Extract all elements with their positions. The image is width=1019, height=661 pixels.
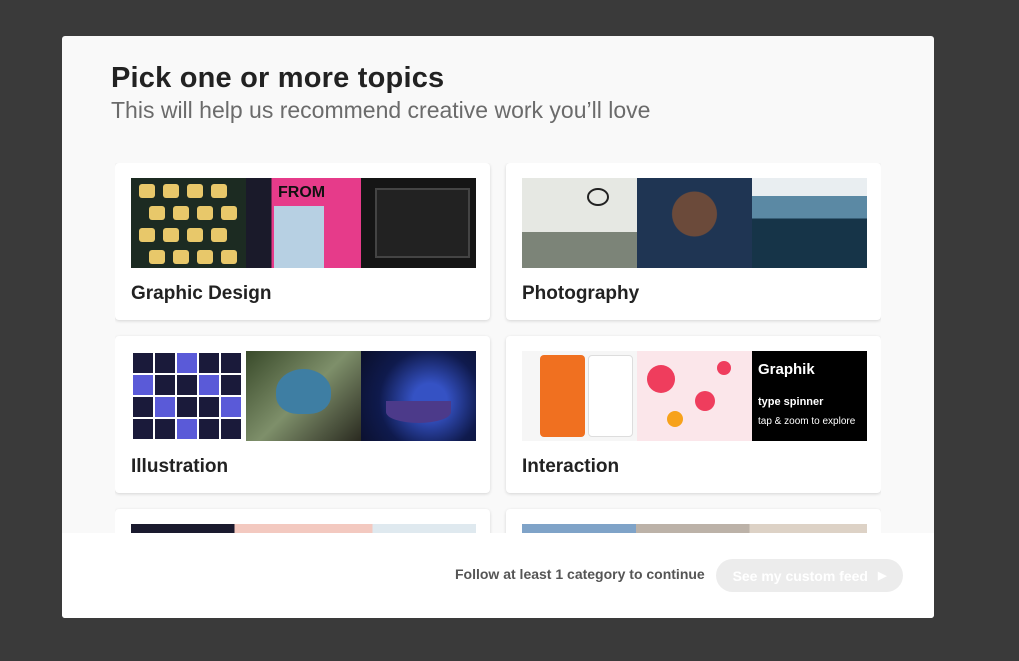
topic-thumbnails: Graphik type spinner tap & zoom to explo… xyxy=(522,351,867,441)
modal-footer: Follow at least 1 category to continue S… xyxy=(62,533,934,618)
topic-grid: FROM Graphic Design Photography Illustra… xyxy=(115,163,881,533)
thumbnail-image: Graphik type spinner tap & zoom to explo… xyxy=(752,351,867,441)
topic-thumbnails xyxy=(131,351,476,441)
thumbnail-image xyxy=(246,351,361,441)
type-specimen-title: Graphik xyxy=(758,361,815,378)
thumbnail-image xyxy=(131,178,246,268)
topic-card[interactable] xyxy=(115,509,490,533)
thumbnail-image xyxy=(361,351,476,441)
thumbnail-image xyxy=(752,178,867,268)
chevron-right-icon: ▶ xyxy=(877,570,887,582)
topic-card-interaction[interactable]: Graphik type spinner tap & zoom to explo… xyxy=(506,336,881,493)
topic-card-graphic-design[interactable]: FROM Graphic Design xyxy=(115,163,490,320)
thumbnail-image xyxy=(522,351,637,441)
modal-header: Pick one or more topics This will help u… xyxy=(111,62,650,124)
thumbnail-image xyxy=(522,524,867,533)
poster-text: FROM xyxy=(278,184,326,201)
type-specimen-hint: tap & zoom to explore xyxy=(758,416,856,427)
thumbnail-image xyxy=(637,178,752,268)
thumbnail-image xyxy=(522,178,637,268)
topic-label: Photography xyxy=(522,283,640,304)
thumbnail-image xyxy=(361,178,476,268)
see-custom-feed-button[interactable]: See my custom feed ▶ xyxy=(716,559,903,592)
thumbnail-image: FROM xyxy=(246,178,361,268)
thumbnail-image xyxy=(637,351,752,441)
topic-thumbnails xyxy=(131,524,476,533)
follow-hint: Follow at least 1 category to continue xyxy=(455,566,705,582)
page-subtitle: This will help us recommend creative wor… xyxy=(111,97,651,123)
topic-label: Interaction xyxy=(522,456,620,477)
thumbnail-image xyxy=(131,524,476,533)
cta-label: See my custom feed xyxy=(732,567,868,584)
topic-card[interactable] xyxy=(506,509,881,533)
type-specimen-sub: type spinner xyxy=(758,396,824,408)
page-title: Pick one or more topics xyxy=(111,62,445,94)
topic-picker-modal: Pick one or more topics This will help u… xyxy=(62,36,934,618)
topic-label: Illustration xyxy=(131,456,229,477)
topic-card-photography[interactable]: Photography xyxy=(506,163,881,320)
topic-thumbnails xyxy=(522,524,867,533)
thumbnail-image xyxy=(131,351,246,441)
topic-thumbnails xyxy=(522,178,867,268)
topic-thumbnails: FROM xyxy=(131,178,476,268)
topic-card-illustration[interactable]: Illustration xyxy=(115,336,490,493)
topic-label: Graphic Design xyxy=(131,283,272,304)
